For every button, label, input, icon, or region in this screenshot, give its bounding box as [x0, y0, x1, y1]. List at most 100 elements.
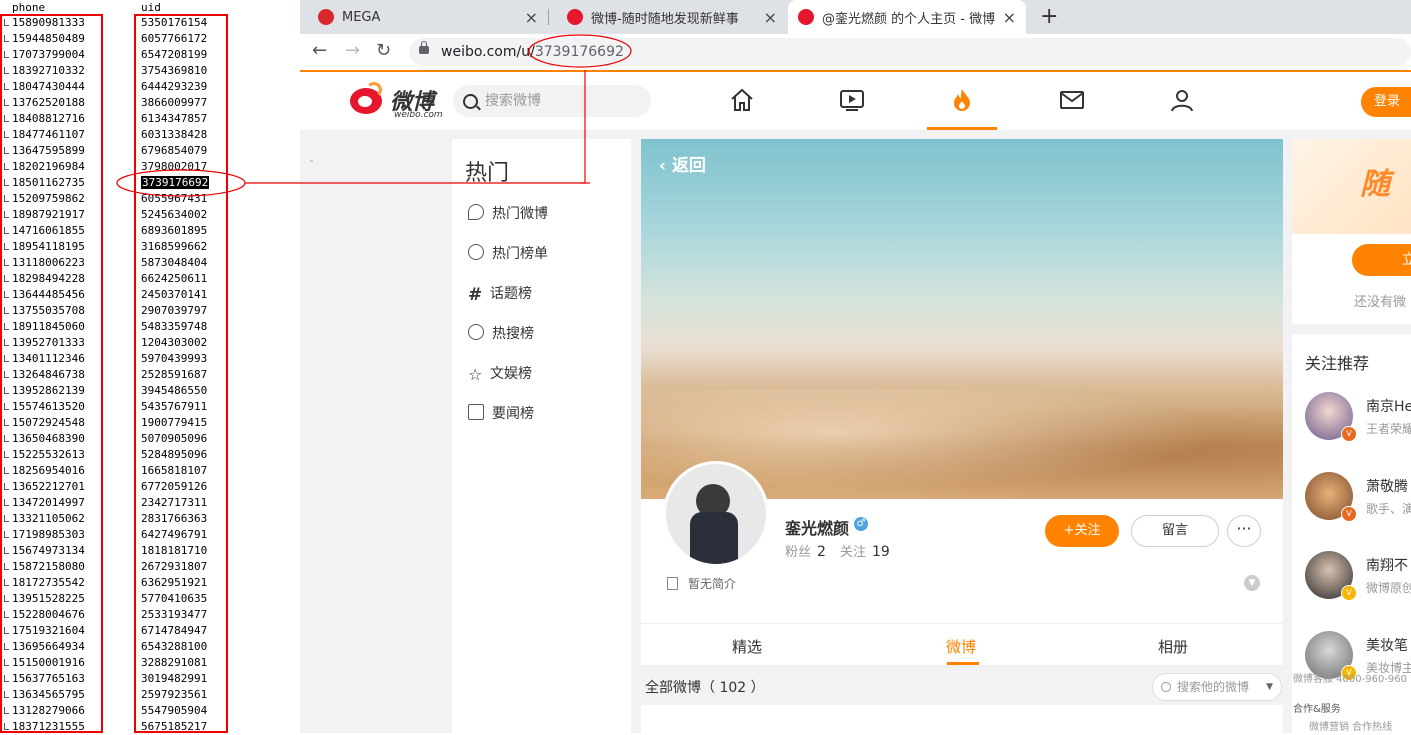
video-icon[interactable]	[839, 87, 865, 113]
logo-subtext: weibo.com	[394, 110, 443, 120]
tab-weibo-home[interactable]: 微博-随时随地发现新鲜事 ×	[549, 0, 787, 34]
recommendation-desc: 微博原创	[1366, 581, 1411, 595]
sidebar-item-label: 热门微博	[492, 206, 548, 222]
tab-label: 微博-随时随地发现新鲜事	[591, 11, 739, 27]
login-button[interactable]: 登录	[1361, 87, 1411, 117]
verified-badge-icon: V	[1341, 585, 1357, 601]
tab-album[interactable]: 相册	[1158, 636, 1188, 657]
search-icon	[1161, 682, 1171, 692]
recommendation-name: 美妆笔	[1366, 638, 1408, 654]
all-weibo-count[interactable]: 全部微博（ 102 ）	[645, 677, 765, 697]
phone-column-highlight-box	[0, 14, 103, 733]
sidebar-item-label: 要闻榜	[492, 406, 534, 422]
reload-button[interactable]: ↻	[376, 40, 391, 61]
back-link[interactable]: ‹ 返回	[659, 151, 706, 176]
uid-column-header: uid	[141, 1, 161, 14]
sidebar-item-hot-weibo[interactable]: 热门微博	[468, 204, 548, 224]
search-ring-icon	[468, 324, 484, 340]
document-icon	[667, 577, 678, 590]
address-bar[interactable]: weibo.com/u/3739176692	[409, 38, 1411, 66]
forward-button[interactable]: →	[345, 40, 360, 61]
recommendation-item[interactable]: V 萧敬腾 歌手、演	[1305, 472, 1411, 522]
scroll-marker	[310, 160, 313, 162]
weibo-header: 微博 weibo.com 搜索微博 登录	[300, 72, 1411, 130]
sidebar-item-topics[interactable]: # 话题榜	[468, 284, 532, 304]
search-input[interactable]: 搜索微博	[453, 85, 651, 117]
recommendation-item[interactable]: V 南翔不 微博原创	[1305, 551, 1411, 601]
search-his-weibo-input[interactable]: 搜索他的微博 ▼	[1152, 673, 1282, 701]
profile-card: ‹ 返回 銮光燃颜 ♂ 粉丝 2 关注 19 +关注 留言 ··· 暂无简介 ▼ 精选…	[641, 139, 1283, 733]
footer-links[interactable]: 微博营销 合作热线	[1309, 718, 1392, 733]
sidebar-item-label: 文娱榜	[490, 366, 532, 382]
star-icon: ☆	[468, 365, 483, 384]
uid-column-highlight-box	[134, 14, 228, 733]
sidebar-item-label: 热搜榜	[492, 326, 534, 342]
back-button[interactable]: ←	[312, 40, 327, 61]
promo-button[interactable]: 立	[1352, 244, 1411, 276]
expand-chevron-icon[interactable]: ▼	[1244, 575, 1260, 591]
sidebar-title: 热门	[465, 161, 510, 186]
lock-icon	[419, 41, 429, 54]
search-his-placeholder: 搜索他的微博	[1177, 680, 1250, 694]
profile-banner-image	[641, 139, 1283, 499]
intro-text: 暂无简介	[688, 577, 737, 591]
recommendation-item[interactable]: V 南京He 王者荣耀	[1305, 392, 1411, 442]
following-count[interactable]: 19	[872, 544, 890, 560]
fans-count[interactable]: 2	[817, 544, 826, 560]
search-placeholder: 搜索微博	[485, 93, 541, 109]
tab-featured[interactable]: 精选	[732, 636, 762, 657]
address-url: weibo.com/u/3739176692	[441, 44, 624, 60]
promo-text: 还没有微	[1354, 295, 1407, 310]
message-button[interactable]: 留言	[1131, 515, 1219, 547]
sidebar-item-news[interactable]: 要闻榜	[468, 404, 534, 424]
close-icon[interactable]: ×	[1003, 8, 1016, 27]
footer-hotline: 微博客服 4000-960-960	[1293, 674, 1408, 685]
new-tab-button[interactable]: +	[1040, 4, 1058, 29]
promo-calligraphy: 随	[1360, 167, 1390, 202]
tab-mega[interactable]: MEGA ×	[300, 0, 548, 34]
profile-divider	[641, 623, 1283, 624]
recommendation-name: 南翔不	[1366, 558, 1408, 574]
clock-icon	[468, 244, 484, 260]
mail-icon[interactable]	[1059, 87, 1085, 113]
sidebar-item-label: 热门榜单	[492, 246, 548, 262]
hot-fire-icon[interactable]	[949, 87, 975, 113]
hot-sidebar: 热门 热门微博 热门榜单 # 话题榜 热搜榜 ☆ 文娱榜 要闻榜	[452, 139, 631, 733]
user-icon[interactable]	[1169, 87, 1195, 113]
promo-background	[1292, 139, 1411, 234]
weibo-arc-icon	[366, 82, 382, 98]
avatar[interactable]	[663, 461, 769, 567]
tab-weibo[interactable]: 微博	[946, 636, 976, 657]
browser-toolbar: ← → ↻ weibo.com/u/3739176692	[300, 34, 1411, 70]
profile-intro: 暂无简介	[667, 575, 736, 592]
follow-button[interactable]: +关注	[1045, 515, 1119, 547]
search-icon	[463, 94, 478, 109]
footer-coop[interactable]: 合作&服务	[1293, 700, 1341, 715]
profile-stats: 粉丝 2 关注 19	[785, 541, 904, 560]
fans-label: 粉丝	[785, 545, 812, 560]
weibo-logo[interactable]: 微博 weibo.com	[350, 82, 443, 122]
tab-label: @銮光燃颜 的个人主页 - 微博	[822, 11, 996, 27]
phone-column-header: phone	[12, 1, 46, 14]
gender-male-icon: ♂	[854, 517, 868, 531]
spreadsheet-pane: phone uid 15890981333 15944850489 17073799…	[0, 0, 300, 733]
flame-icon	[468, 204, 484, 220]
profile-username[interactable]: 銮光燃颜	[785, 515, 849, 539]
verified-badge-icon: V	[1341, 506, 1357, 522]
sidebar-item-hot-search[interactable]: 热搜榜	[468, 324, 534, 344]
close-icon[interactable]: ×	[764, 8, 777, 27]
chevron-down-icon: ▼	[1266, 682, 1273, 692]
recommendation-name: 南京He	[1366, 399, 1411, 415]
back-label: 返回	[671, 156, 706, 176]
sidebar-item-hot-list[interactable]: 热门榜单	[468, 244, 548, 264]
sidebar-item-label: 话题榜	[490, 286, 532, 302]
close-icon[interactable]: ×	[525, 8, 538, 27]
sidebar-item-entertainment[interactable]: ☆ 文娱榜	[468, 364, 532, 384]
tab-weibo-profile[interactable]: @銮光燃颜 的个人主页 - 微博 ×	[788, 0, 1026, 34]
weibo-icon	[567, 9, 583, 25]
home-icon[interactable]	[729, 87, 755, 113]
browser-window: MEGA × 微博-随时随地发现新鲜事 × @銮光燃颜 的个人主页 - 微博 ×…	[300, 0, 1411, 733]
recommendations-title: 关注推荐	[1305, 354, 1370, 373]
recommendation-desc: 歌手、演	[1366, 502, 1411, 516]
more-options-button[interactable]: ···	[1227, 515, 1261, 547]
